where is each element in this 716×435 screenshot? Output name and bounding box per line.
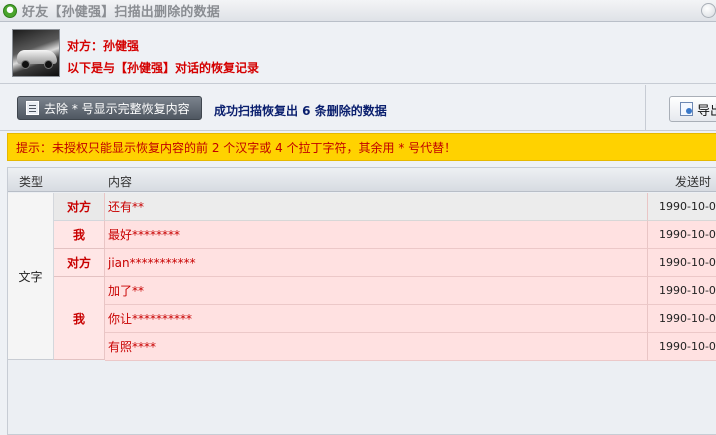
app-icon	[3, 3, 17, 18]
toolbar: 去除 * 号显示完整恢复内容 成功扫描恢复出 6 条删除的数据 导出	[0, 85, 716, 131]
export-label: 导出	[697, 103, 716, 119]
export-button[interactable]: 导出	[669, 96, 716, 122]
message-type-cell: 文字	[8, 193, 54, 360]
table-body: 文字 对方 我 对方 我 还有** 1990-10-03 最好******** …	[8, 193, 716, 435]
message-content-cell[interactable]: 加了**	[105, 277, 647, 305]
message-time-cell: 1990-10-03	[647, 333, 716, 361]
message-content-cell[interactable]: 有照****	[105, 333, 647, 361]
message-time-cell: 1990-10-03	[647, 249, 716, 277]
peer-name: 对方：孙健强	[67, 39, 140, 53]
message-time-cell: 1990-10-03	[647, 305, 716, 333]
window-title: 好友【孙健强】扫描出删除的数据	[22, 5, 221, 20]
title-bar: 好友【孙健强】扫描出删除的数据	[0, 0, 716, 22]
message-time-cell: 1990-10-03	[647, 221, 716, 249]
recovery-description: 以下是与【孙健强】对话的恢复记录	[67, 61, 260, 75]
recovered-messages-table: 类型 内容 发送时间 文字 对方 我 对方 我 还有** 1990-10-03 …	[7, 167, 716, 435]
column-header-type[interactable]: 类型	[19, 173, 43, 190]
avatar	[12, 29, 60, 77]
show-full-content-button[interactable]: 去除 * 号显示完整恢复内容	[17, 96, 202, 120]
sender-cell: 我	[54, 221, 105, 249]
message-content-cell[interactable]: 还有**	[105, 193, 647, 221]
show-full-content-label: 去除 * 号显示完整恢复内容	[44, 101, 190, 116]
message-time-cell: 1990-10-03	[647, 277, 716, 305]
toolbar-divider	[645, 85, 646, 131]
sender-cell: 我	[54, 277, 105, 360]
sender-cell: 对方	[54, 249, 105, 277]
message-time-cell: 1990-10-03	[647, 193, 716, 221]
close-icon[interactable]	[701, 3, 716, 18]
column-header-content[interactable]: 内容	[108, 173, 132, 190]
message-content-cell[interactable]: 你让**********	[105, 305, 647, 333]
table-header: 类型 内容 发送时间	[8, 168, 716, 206]
conversation-header: 对方：孙健强 以下是与【孙健强】对话的恢复记录	[0, 22, 716, 84]
message-content-cell[interactable]: jian***********	[105, 249, 647, 277]
scan-result-message: 成功扫描恢复出 6 条删除的数据	[214, 104, 387, 118]
message-content-cell[interactable]: 最好********	[105, 221, 647, 249]
sender-cell: 对方	[54, 193, 105, 221]
export-icon	[680, 102, 693, 116]
document-icon	[26, 101, 39, 115]
license-notice: 提示：未授权只能显示恢复内容的前 2 个汉字或 4 个拉丁字符，其余用 * 号代…	[7, 133, 716, 161]
